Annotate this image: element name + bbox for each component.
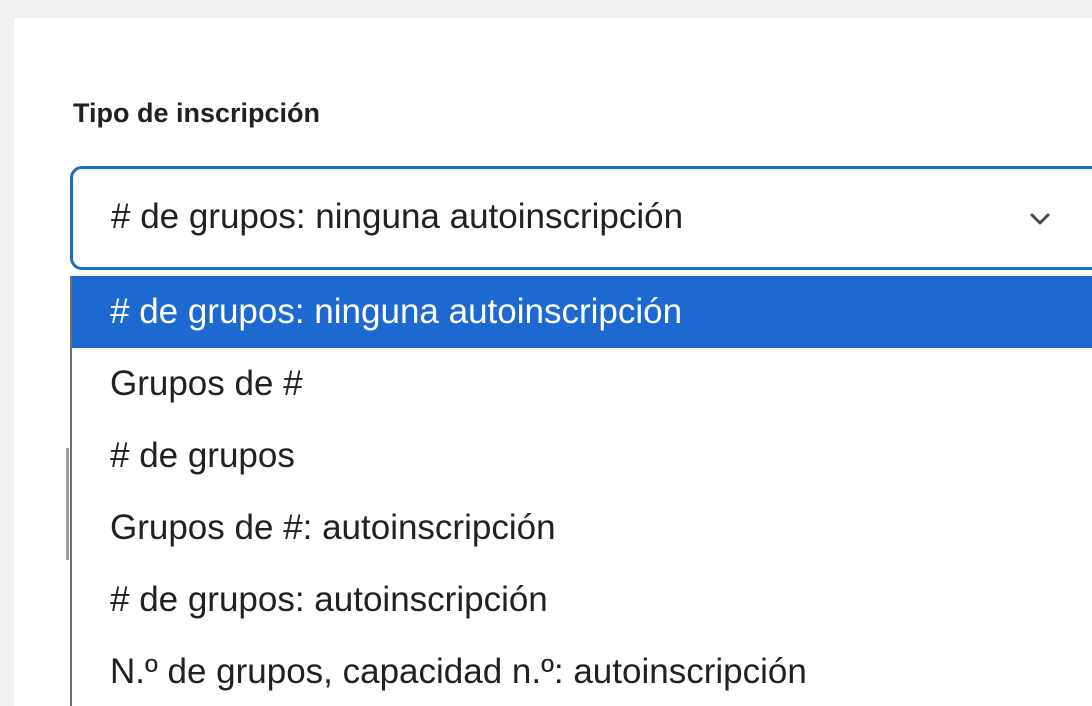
enrollment-type-select[interactable]: # de grupos: ninguna autoinscripción	[70, 166, 1092, 270]
dropdown-option[interactable]: Grupos de #	[72, 348, 1092, 420]
dropdown-listbox: # de grupos: ninguna autoinscripción Gru…	[70, 276, 1092, 706]
dropdown-option[interactable]: # de grupos: ninguna autoinscripción	[72, 276, 1092, 348]
dropdown-option[interactable]: # de grupos: autoinscripción	[72, 564, 1092, 636]
select-current-value: # de grupos: ninguna autoinscripción	[111, 197, 684, 236]
field-label: Tipo de inscripción	[73, 98, 321, 128]
dropdown-option[interactable]: # de grupos	[72, 420, 1092, 492]
chevron-down-icon[interactable]	[1026, 205, 1054, 233]
form-panel: Tipo de inscripción # de grupos: ninguna…	[14, 18, 1092, 706]
underlying-control-edge	[66, 448, 69, 560]
dropdown-option[interactable]: Grupos de #: autoinscripción	[72, 492, 1092, 564]
dropdown-option[interactable]: N.º de grupos, capacidad n.º: autoinscri…	[72, 636, 1092, 706]
